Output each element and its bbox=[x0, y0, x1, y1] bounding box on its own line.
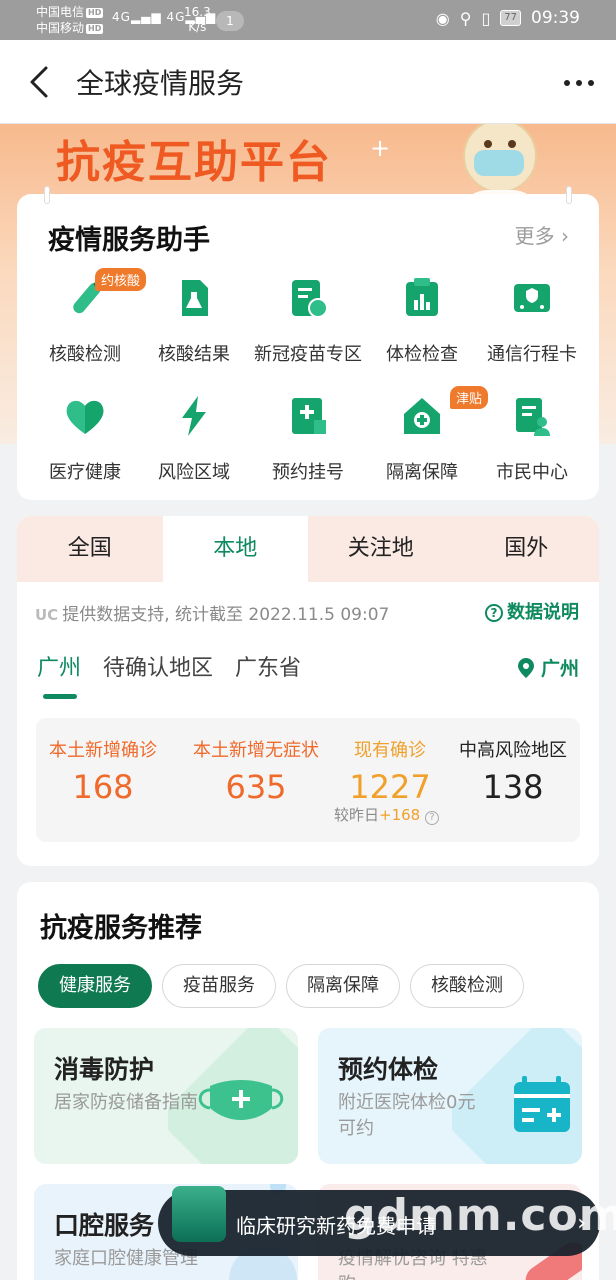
region-tab-province[interactable]: 广东省 bbox=[235, 650, 301, 682]
helper-title: 疫情服务助手 bbox=[48, 225, 210, 256]
service-card-subtitle: 附近医院体检0元可约 bbox=[338, 1092, 476, 1139]
carrier-1: 中国电信 bbox=[36, 5, 85, 19]
service-travel-card[interactable]: 通信行程卡 bbox=[474, 276, 590, 366]
tab-national[interactable]: 全国 bbox=[17, 516, 163, 582]
carrier-info: 中国电信 HD 中国移动 HD bbox=[36, 4, 104, 36]
chip-health[interactable]: 健康服务 bbox=[38, 964, 152, 1008]
service-medical[interactable]: 医疗健康 bbox=[27, 394, 143, 484]
stat-new-asymptomatic: 本土新增无症状 635 bbox=[193, 740, 319, 806]
lightning-icon bbox=[182, 396, 206, 436]
hd-badge: HD bbox=[86, 7, 104, 18]
status-right: ◉ ⚲ ▯ 77 09:39 bbox=[436, 8, 580, 28]
location-selector[interactable]: 广州 bbox=[518, 654, 579, 681]
card-pin bbox=[566, 186, 572, 204]
region-tab-pending[interactable]: 待确认地区 bbox=[103, 650, 213, 682]
info-icon[interactable]: ? bbox=[425, 811, 439, 825]
recommend-chips: 健康服务 疫苗服务 隔离保障 核酸检测 bbox=[38, 964, 524, 1008]
region-tab-guangzhou[interactable]: 广州 bbox=[37, 650, 81, 682]
service-card-checkup[interactable]: 预约体检 附近医院体检0元可约 bbox=[318, 1028, 582, 1164]
service-label: 风险区域 bbox=[158, 462, 230, 483]
service-label: 核酸检测 bbox=[49, 344, 121, 365]
tab-abroad[interactable]: 国外 bbox=[453, 516, 599, 582]
chip-nucleic[interactable]: 核酸检测 bbox=[410, 964, 524, 1008]
hd-badge: HD bbox=[86, 23, 104, 34]
house-plus-icon bbox=[404, 398, 440, 434]
more-menu-icon[interactable] bbox=[564, 80, 594, 86]
service-vaccine[interactable]: 新冠疫苗专区 bbox=[250, 276, 366, 366]
service-card-subtitle: 居家防疫储备指南 bbox=[54, 1092, 198, 1113]
eye-icon: ◉ bbox=[435, 8, 450, 28]
service-label: 预约挂号 bbox=[272, 462, 344, 483]
stat-risk-areas: 中高风险地区 138 bbox=[459, 740, 567, 806]
service-label: 体检检查 bbox=[386, 344, 458, 365]
tab-followed[interactable]: 关注地 bbox=[308, 516, 454, 582]
back-arrow-icon[interactable] bbox=[26, 62, 56, 102]
vaccine-doc-icon bbox=[292, 280, 328, 318]
network-speed: 16.3 K/s bbox=[184, 5, 211, 34]
service-helper-card: 疫情服务助手 更多 › 约核酸 核酸检测 核酸结果 新冠疫苗专区 体检检查 通信… bbox=[17, 186, 599, 500]
recommend-title: 抗疫服务推荐 bbox=[40, 913, 202, 944]
watermark: gdmm.com bbox=[344, 1190, 616, 1241]
service-label: 通信行程卡 bbox=[487, 344, 577, 365]
service-checkup[interactable]: 体检检查 bbox=[364, 276, 480, 366]
service-nucleic-test[interactable]: 约核酸 核酸检测 bbox=[27, 268, 147, 366]
location-icon: ⚲ bbox=[459, 8, 472, 28]
service-card-title: 口腔服务 bbox=[54, 1211, 155, 1240]
stats-panel: 本土新增确诊 168 本土新增无症状 635 现有确诊 1227 中高风险地区 … bbox=[36, 718, 580, 842]
compare-yesterday: 较昨日+168 ? bbox=[334, 804, 439, 825]
service-card-title: 预约体检 bbox=[338, 1055, 439, 1084]
service-citizen-center[interactable]: 市民中心 bbox=[474, 394, 590, 484]
appointment-icon bbox=[292, 398, 326, 434]
service-isolation[interactable]: 津贴 隔离保障 bbox=[364, 386, 489, 484]
banner-text: 抗疫互助平台 bbox=[56, 137, 332, 188]
region-tabs: 广州 待确认地区 广东省 bbox=[37, 650, 301, 682]
stat-current-confirmed: 现有确诊 1227 bbox=[349, 740, 431, 806]
service-card-disinfect[interactable]: 消毒防护 居家防疫储备指南 bbox=[34, 1028, 298, 1164]
travel-card-icon bbox=[514, 284, 550, 312]
uc-logo-icon: UC bbox=[35, 606, 59, 624]
service-card-title: 消毒防护 bbox=[54, 1055, 155, 1084]
question-icon: ? bbox=[485, 604, 503, 622]
data-source: UC 提供数据支持, 统计截至 2022.11.5 09:07 bbox=[35, 605, 390, 625]
service-risk-area[interactable]: 风险区域 bbox=[136, 394, 252, 484]
notification-count: 1 bbox=[216, 11, 244, 31]
service-label: 新冠疫苗专区 bbox=[254, 344, 362, 365]
card-pin bbox=[44, 186, 50, 204]
doctor-thumbnail-icon bbox=[172, 1186, 226, 1242]
sparkle-icon: + bbox=[370, 134, 391, 162]
service-label: 医疗健康 bbox=[49, 462, 121, 483]
service-label: 核酸结果 bbox=[158, 344, 230, 365]
carrier-2: 中国移动 bbox=[36, 21, 85, 35]
data-explain-link[interactable]: ? 数据说明 bbox=[485, 598, 579, 624]
service-appointment[interactable]: 预约挂号 bbox=[250, 394, 366, 484]
clock: 09:39 bbox=[531, 8, 580, 28]
service-label: 市民中心 bbox=[496, 462, 568, 483]
map-pin-icon bbox=[518, 658, 535, 678]
chart-clipboard-icon bbox=[406, 278, 438, 316]
citizen-icon bbox=[516, 398, 550, 436]
chip-isolation[interactable]: 隔离保障 bbox=[286, 964, 400, 1008]
status-bar: 中国电信 HD 中国移动 HD 4G▂▄▆ 4G▂▄▆ 16.3 K/s 1 ◉ ⚲… bbox=[0, 0, 616, 40]
chip-vaccine[interactable]: 疫苗服务 bbox=[162, 964, 276, 1008]
vibrate-icon: ▯ bbox=[481, 8, 491, 28]
more-link[interactable]: 更多 › bbox=[515, 220, 569, 249]
scope-tabs: 全国 本地 关注地 国外 bbox=[17, 516, 599, 582]
epidemic-data-card: 全国 本地 关注地 国外 UC 提供数据支持, 统计截至 2022.11.5 09… bbox=[17, 516, 599, 866]
service-test-result[interactable]: 核酸结果 bbox=[136, 276, 252, 366]
title-bar: 全球疫情服务 bbox=[0, 40, 616, 124]
heart-icon bbox=[66, 400, 104, 434]
service-label: 隔离保障 bbox=[386, 462, 458, 483]
page-title: 全球疫情服务 bbox=[76, 67, 245, 100]
stat-new-confirmed: 本土新增确诊 168 bbox=[49, 740, 157, 806]
battery-icon: 77 bbox=[500, 10, 521, 26]
tab-local[interactable]: 本地 bbox=[162, 516, 308, 582]
result-flask-icon bbox=[182, 280, 208, 316]
active-tab-indicator bbox=[43, 694, 77, 699]
